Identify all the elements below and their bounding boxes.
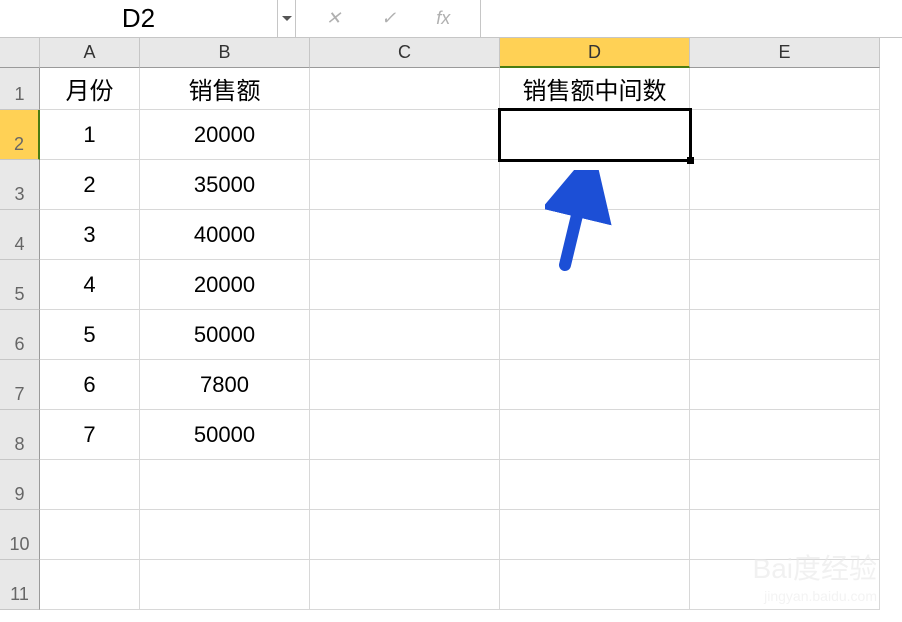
cell-C2[interactable] (310, 110, 500, 160)
cell-C8[interactable] (310, 410, 500, 460)
cell-C10[interactable] (310, 510, 500, 560)
cell-D6[interactable] (500, 310, 690, 360)
cell-C7[interactable] (310, 360, 500, 410)
row-header-3[interactable]: 3 (0, 160, 40, 210)
cell-D7[interactable] (500, 360, 690, 410)
cell-E2[interactable] (690, 110, 880, 160)
name-box[interactable]: D2 (0, 0, 278, 37)
cell-C4[interactable] (310, 210, 500, 260)
cell-B4[interactable]: 40000 (140, 210, 310, 260)
col-header-E[interactable]: E (690, 38, 880, 68)
cell-E11[interactable] (690, 560, 880, 610)
cell-A10[interactable] (40, 510, 140, 560)
fx-icon[interactable]: fx (436, 8, 450, 29)
cell-E5[interactable] (690, 260, 880, 310)
formula-bar: D2 ✕ ✓ fx (0, 0, 902, 38)
cell-A7[interactable]: 6 (40, 360, 140, 410)
cell-E6[interactable] (690, 310, 880, 360)
row-header-2[interactable]: 2 (0, 110, 40, 160)
spreadsheet-grid[interactable]: A B C D E 1 月份 销售额 销售额中间数 2 1 20000 3 2 … (0, 38, 902, 610)
cell-C3[interactable] (310, 160, 500, 210)
cell-D4[interactable] (500, 210, 690, 260)
cell-A11[interactable] (40, 560, 140, 610)
cell-B9[interactable] (140, 460, 310, 510)
cell-C1[interactable] (310, 68, 500, 110)
formula-icon-group: ✕ ✓ fx (296, 8, 480, 29)
cell-C9[interactable] (310, 460, 500, 510)
cell-D5[interactable] (500, 260, 690, 310)
cell-B10[interactable] (140, 510, 310, 560)
cell-B3[interactable]: 35000 (140, 160, 310, 210)
cell-E1[interactable] (690, 68, 880, 110)
row-header-9[interactable]: 9 (0, 460, 40, 510)
row-header-11[interactable]: 11 (0, 560, 40, 610)
cell-D1[interactable]: 销售额中间数 (500, 68, 690, 110)
cell-A3[interactable]: 2 (40, 160, 140, 210)
cell-E10[interactable] (690, 510, 880, 560)
cell-D11[interactable] (500, 560, 690, 610)
col-header-B[interactable]: B (140, 38, 310, 68)
cell-B11[interactable] (140, 560, 310, 610)
cell-B7[interactable]: 7800 (140, 360, 310, 410)
cell-C6[interactable] (310, 310, 500, 360)
cell-B8[interactable]: 50000 (140, 410, 310, 460)
cell-D3[interactable] (500, 160, 690, 210)
select-all-corner[interactable] (0, 38, 40, 68)
cell-A9[interactable] (40, 460, 140, 510)
cell-D10[interactable] (500, 510, 690, 560)
cell-E8[interactable] (690, 410, 880, 460)
cell-D9[interactable] (500, 460, 690, 510)
row-header-7[interactable]: 7 (0, 360, 40, 410)
cell-A1[interactable]: 月份 (40, 68, 140, 110)
col-header-C[interactable]: C (310, 38, 500, 68)
cell-A6[interactable]: 5 (40, 310, 140, 360)
cell-C11[interactable] (310, 560, 500, 610)
row-header-4[interactable]: 4 (0, 210, 40, 260)
formula-input[interactable] (480, 0, 902, 37)
cell-E3[interactable] (690, 160, 880, 210)
cell-A8[interactable]: 7 (40, 410, 140, 460)
row-header-5[interactable]: 5 (0, 260, 40, 310)
row-header-1[interactable]: 1 (0, 68, 40, 110)
cell-E9[interactable] (690, 460, 880, 510)
cell-E7[interactable] (690, 360, 880, 410)
cell-B1[interactable]: 销售额 (140, 68, 310, 110)
cell-B6[interactable]: 50000 (140, 310, 310, 360)
col-header-A[interactable]: A (40, 38, 140, 68)
row-header-8[interactable]: 8 (0, 410, 40, 460)
cell-E4[interactable] (690, 210, 880, 260)
name-box-dropdown[interactable] (278, 0, 296, 37)
confirm-icon[interactable]: ✓ (381, 8, 396, 29)
cell-A4[interactable]: 3 (40, 210, 140, 260)
cell-A5[interactable]: 4 (40, 260, 140, 310)
row-header-10[interactable]: 10 (0, 510, 40, 560)
row-header-6[interactable]: 6 (0, 310, 40, 360)
cancel-icon[interactable]: ✕ (326, 8, 341, 29)
cell-D8[interactable] (500, 410, 690, 460)
cell-A2[interactable]: 1 (40, 110, 140, 160)
cell-B5[interactable]: 20000 (140, 260, 310, 310)
cell-C5[interactable] (310, 260, 500, 310)
cell-B2[interactable]: 20000 (140, 110, 310, 160)
col-header-D[interactable]: D (500, 38, 690, 68)
chevron-down-icon (282, 16, 292, 22)
cell-D2[interactable] (500, 110, 690, 160)
